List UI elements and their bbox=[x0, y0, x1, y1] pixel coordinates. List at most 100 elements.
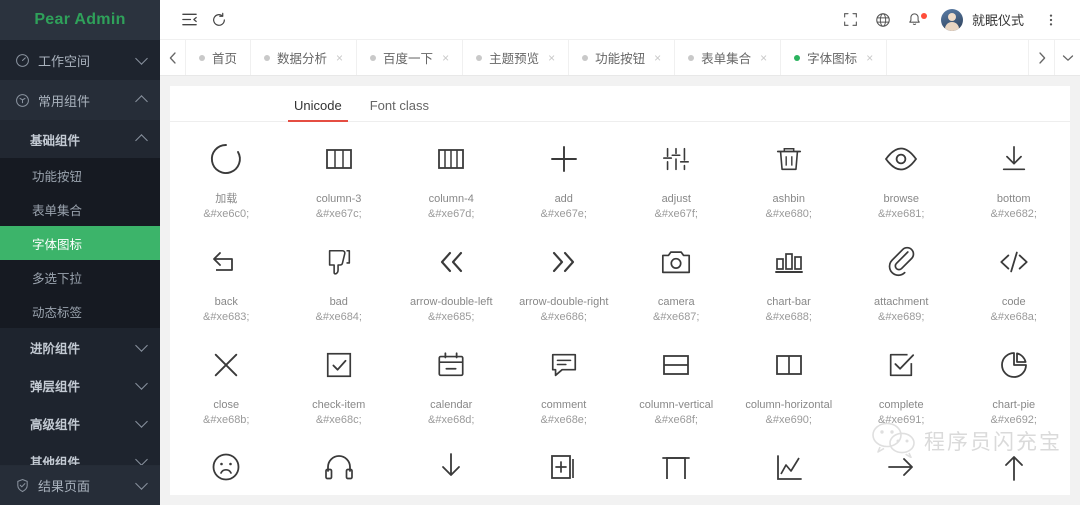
sidebar-subgroup-senior[interactable]: 高级组件 bbox=[0, 404, 160, 442]
tab-theme-preview[interactable]: 主题预览 × bbox=[463, 40, 569, 75]
tab-function-buttons[interactable]: 功能按钮 × bbox=[569, 40, 675, 75]
icon-cell[interactable] bbox=[620, 444, 733, 490]
icon-code: &#xe686; bbox=[541, 310, 587, 325]
icon-code: &#xe68b; bbox=[203, 413, 249, 428]
tab-close-icon[interactable]: × bbox=[654, 51, 661, 65]
bell-icon[interactable] bbox=[900, 5, 930, 35]
icon-cell[interactable]: comment &#xe68e; bbox=[508, 342, 621, 429]
column-3-icon bbox=[323, 136, 355, 182]
icon-cell[interactable]: back &#xe683; bbox=[170, 239, 283, 326]
tab-close-icon[interactable]: × bbox=[760, 51, 767, 65]
icon-cell[interactable]: column-3 &#xe67c; bbox=[283, 136, 396, 223]
icon-name: column-3 bbox=[314, 192, 363, 207]
icon-cell[interactable]: check-item &#xe68c; bbox=[283, 342, 396, 429]
avatar[interactable] bbox=[941, 9, 963, 31]
tab-label: 主题预览 bbox=[489, 48, 539, 67]
icon-cell[interactable]: column-horizontal &#xe690; bbox=[733, 342, 846, 429]
tab-list: 首页 数据分析 × 百度一下 × 主题预览 × bbox=[186, 40, 1028, 75]
icon-cell[interactable]: code &#xe68a; bbox=[958, 239, 1071, 326]
sidebar-subgroup-other[interactable]: 其他组件 bbox=[0, 442, 160, 465]
icon-name: complete bbox=[877, 398, 926, 413]
tab-dropdown-button[interactable] bbox=[1054, 40, 1080, 75]
fullscreen-icon[interactable] bbox=[836, 5, 866, 35]
tab-home[interactable]: 首页 bbox=[186, 40, 251, 75]
cube-icon bbox=[14, 92, 30, 108]
globe-icon[interactable] bbox=[868, 5, 898, 35]
sidebar-item-dynamic-tags[interactable]: 动态标签 bbox=[0, 294, 160, 328]
shield-check-icon bbox=[14, 478, 30, 494]
sidebar-item-workspace[interactable]: 工作空间 bbox=[0, 40, 160, 80]
icon-cell[interactable] bbox=[845, 444, 958, 490]
sidebar-item-multi-select[interactable]: 多选下拉 bbox=[0, 260, 160, 294]
main-area: 就眠仪式 首页 数据分析 × bbox=[160, 0, 1080, 505]
tab-baidu[interactable]: 百度一下 × bbox=[357, 40, 463, 75]
icon-name: arrow-double-right bbox=[517, 295, 610, 310]
tab-font-icons[interactable]: 字体图标 × bbox=[781, 40, 887, 75]
icon-cell[interactable]: bottom &#xe682; bbox=[958, 136, 1071, 223]
close-x-icon bbox=[211, 342, 241, 388]
icon-cell[interactable]: column-vertical &#xe68f; bbox=[620, 342, 733, 429]
icon-cell[interactable] bbox=[283, 444, 396, 490]
icon-cell[interactable]: browse &#xe681; bbox=[845, 136, 958, 223]
icon-cell[interactable]: 加载 &#xe6c0; bbox=[170, 136, 283, 223]
icon-cell[interactable]: arrow-double-left &#xe685; bbox=[395, 239, 508, 326]
icon-cell[interactable] bbox=[958, 444, 1071, 490]
icon-cell[interactable]: chart-pie &#xe692; bbox=[958, 342, 1071, 429]
sidebar-item-common-components[interactable]: 常用组件 bbox=[0, 80, 160, 120]
icon-cell[interactable]: complete &#xe691; bbox=[845, 342, 958, 429]
sidebar-item-form-collection[interactable]: 表单集合 bbox=[0, 192, 160, 226]
icon-cell[interactable] bbox=[733, 444, 846, 490]
sidebar-subgroup-layer[interactable]: 弹层组件 bbox=[0, 366, 160, 404]
sidebar-subgroup-label: 弹层组件 bbox=[30, 376, 137, 395]
double-chevron-right-icon bbox=[548, 239, 580, 285]
content-tab-label: Unicode bbox=[294, 98, 342, 113]
tab-unicode[interactable]: Unicode bbox=[280, 98, 356, 121]
icon-cell[interactable] bbox=[395, 444, 508, 490]
tab-scroll-right-button[interactable] bbox=[1028, 40, 1054, 75]
icon-cell[interactable]: camera &#xe687; bbox=[620, 239, 733, 326]
icon-cell[interactable] bbox=[508, 444, 621, 490]
sidebar-subgroup-advanced[interactable]: 进阶组件 bbox=[0, 328, 160, 366]
tab-label: 字体图标 bbox=[807, 48, 857, 67]
tab-data-analysis[interactable]: 数据分析 × bbox=[251, 40, 357, 75]
icon-cell[interactable]: add &#xe67e; bbox=[508, 136, 621, 223]
icon-cell[interactable]: calendar &#xe68d; bbox=[395, 342, 508, 429]
user-name[interactable]: 就眠仪式 bbox=[972, 10, 1024, 29]
icon-code: &#xe687; bbox=[653, 310, 699, 325]
icon-cell[interactable]: column-4 &#xe67d; bbox=[395, 136, 508, 223]
icon-cell[interactable]: close &#xe68b; bbox=[170, 342, 283, 429]
calendar-icon bbox=[436, 342, 466, 388]
sidebar-item-font-icons[interactable]: 字体图标 bbox=[0, 226, 160, 260]
sidebar-item-label: 常用组件 bbox=[38, 91, 137, 110]
icon-cell[interactable]: arrow-double-right &#xe686; bbox=[508, 239, 621, 326]
icon-cell[interactable]: ashbin &#xe680; bbox=[733, 136, 846, 223]
sidebar-subgroup-basic-components[interactable]: 基础组件 bbox=[0, 120, 160, 158]
tab-close-icon[interactable]: × bbox=[866, 51, 873, 65]
tab-close-icon[interactable]: × bbox=[548, 51, 555, 65]
icon-name: bad bbox=[328, 295, 350, 310]
icon-cell[interactable]: attachment &#xe689; bbox=[845, 239, 958, 326]
icon-panel-card: Unicode Font class 加载 &#xe6c0; bbox=[170, 86, 1070, 495]
icon-cell[interactable] bbox=[170, 444, 283, 490]
tab-status-dot bbox=[688, 55, 694, 61]
icon-code: &#xe680; bbox=[766, 207, 812, 222]
refresh-icon[interactable] bbox=[204, 5, 234, 35]
tab-label: 百度一下 bbox=[383, 48, 433, 67]
tab-font-class[interactable]: Font class bbox=[356, 98, 443, 121]
tab-close-icon[interactable]: × bbox=[442, 51, 449, 65]
content-area: Unicode Font class 加载 &#xe6c0; bbox=[160, 76, 1080, 505]
complete-check-icon bbox=[886, 342, 916, 388]
chevron-down-icon bbox=[135, 415, 148, 428]
icon-cell[interactable]: chart-bar &#xe688; bbox=[733, 239, 846, 326]
sidebar-item-function-buttons[interactable]: 功能按钮 bbox=[0, 158, 160, 192]
more-vertical-icon[interactable] bbox=[1036, 5, 1066, 35]
menu-collapse-icon[interactable] bbox=[174, 5, 204, 35]
thumbs-down-icon bbox=[324, 239, 354, 285]
tab-close-icon[interactable]: × bbox=[336, 51, 343, 65]
icon-name: add bbox=[553, 192, 575, 207]
tab-scroll-left-button[interactable] bbox=[160, 40, 186, 75]
icon-cell[interactable]: bad &#xe684; bbox=[283, 239, 396, 326]
tab-form-collection[interactable]: 表单集合 × bbox=[675, 40, 781, 75]
sidebar-item-result-pages[interactable]: 结果页面 bbox=[0, 465, 160, 505]
icon-cell[interactable]: adjust &#xe67f; bbox=[620, 136, 733, 223]
